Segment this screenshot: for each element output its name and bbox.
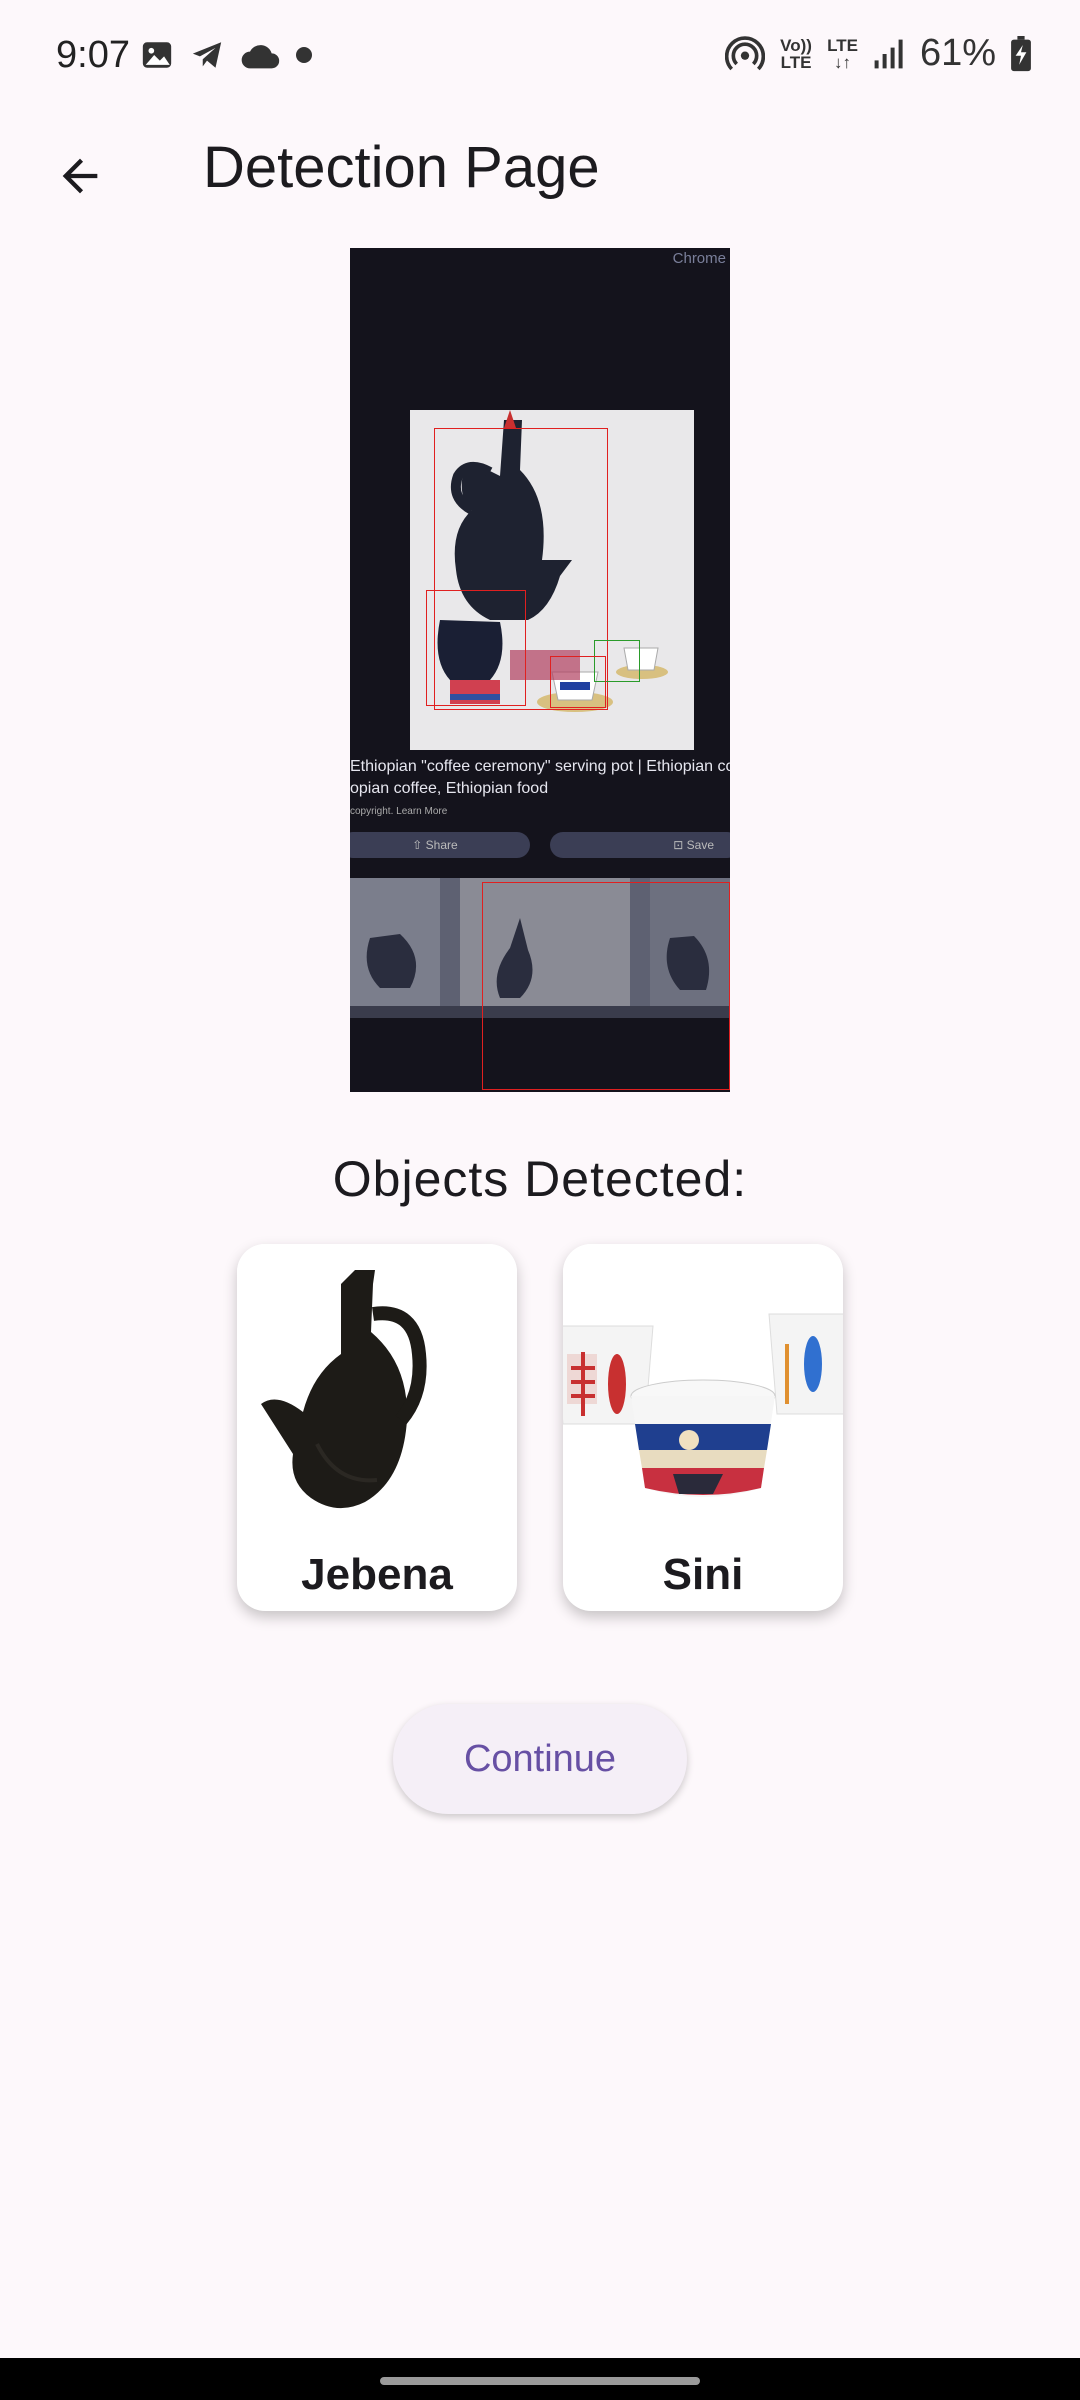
- back-button[interactable]: [40, 136, 120, 216]
- image-caption-line3: copyright. Learn More: [350, 806, 448, 817]
- bbox-sini: [550, 656, 606, 708]
- battery-icon: [1011, 35, 1031, 71]
- bbox-small-pot: [426, 590, 526, 706]
- object-card-jebena[interactable]: Jebena: [237, 1244, 517, 1611]
- status-bar: 9:07 Vo)) LTE LTE ↓↑ 61%: [0, 0, 1080, 110]
- object-card-sini[interactable]: Sini: [563, 1244, 843, 1611]
- chrome-label: Chrome: [672, 250, 726, 267]
- home-gesture-handle[interactable]: [380, 2377, 700, 2385]
- object-label-sini: Sini: [662, 1550, 744, 1599]
- battery-percent: 61%: [919, 32, 996, 74]
- objects-detected-title: Objects Detected:: [332, 1151, 748, 1207]
- lte-indicator: LTE ↓↑: [827, 35, 858, 72]
- status-time: 9:07: [56, 34, 130, 76]
- share-pill: ⇧ Share: [350, 832, 530, 858]
- cloud-icon: [241, 45, 280, 69]
- jebena-image: [237, 1244, 517, 1534]
- signal-icon: [874, 39, 903, 68]
- page-title: Detection Page: [203, 135, 600, 200]
- detection-image: Chrome Ethiopian "coffee ceremony" servi…: [350, 248, 730, 1092]
- navigation-bar: [0, 2358, 1080, 2400]
- dot-icon: [296, 47, 312, 63]
- hotspot-icon: [725, 35, 766, 70]
- status-icons-right: Vo)) LTE LTE ↓↑ 61%: [725, 32, 1032, 75]
- image-caption-line1: Ethiopian "coffee ceremony" serving pot …: [350, 758, 730, 775]
- arrow-back-icon: [62, 158, 98, 194]
- object-label-jebena: Jebena: [301, 1550, 453, 1599]
- app-bar: Detection Page: [0, 110, 1080, 230]
- image-caption-line2: opian coffee, Ethiopian food: [350, 780, 549, 797]
- continue-button[interactable]: Continue: [393, 1704, 687, 1814]
- sini-image: [563, 1244, 843, 1534]
- bbox-lower: [482, 882, 730, 1090]
- telegram-icon: [192, 42, 222, 68]
- image-icon: [142, 42, 172, 68]
- volte-indicator: Vo)) LTE: [780, 35, 812, 72]
- save-pill: ⊡ Save: [550, 832, 730, 858]
- status-icons-left: [140, 38, 314, 72]
